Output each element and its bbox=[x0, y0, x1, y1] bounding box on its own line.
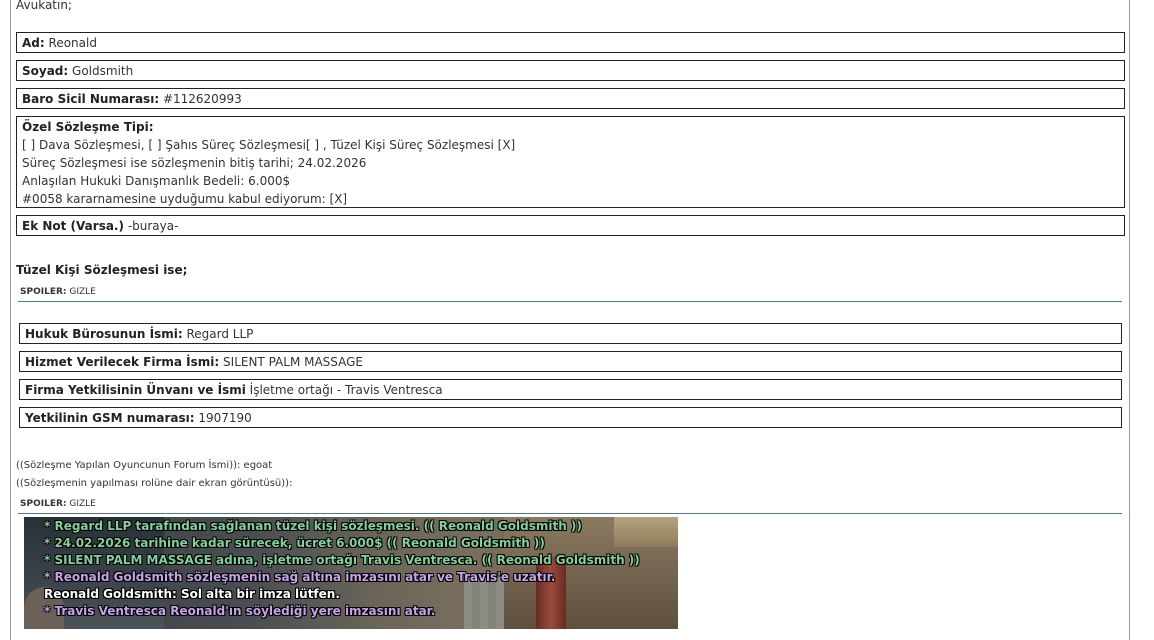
field-eknot: Ek Not (Varsa.) -buraya- bbox=[16, 215, 1125, 236]
field-gsm: Yetkilinin GSM numarası: 1907190 bbox=[19, 407, 1122, 428]
spoiler-1-label: SPOILER: bbox=[20, 287, 67, 297]
ozel-line: Süreç Sözleşmesi ise sözleşmenin bitiş t… bbox=[22, 156, 367, 170]
field-yetkili: Firma Yetkilisinin Ünvanı ve İsmi İşletm… bbox=[19, 379, 1122, 400]
screenshot-caption: ((Sözleşmenin yapılması rolüne dair ekra… bbox=[16, 478, 293, 489]
field-ad-label: Ad: bbox=[22, 36, 45, 50]
spoiler-1: SPOILER: GIZLE bbox=[20, 287, 96, 297]
field-ad-value: Reonald bbox=[48, 36, 97, 50]
field-yetkili-label: Firma Yetkilisinin Ünvanı ve İsmi bbox=[25, 383, 246, 397]
forum-name-text: ((Sözleşme Yapılan Oyuncunun Forum İsmi)… bbox=[16, 460, 273, 471]
spoiler-1-toggle[interactable]: GIZLE bbox=[69, 287, 96, 297]
field-eknot-label: Ek Not (Varsa.) bbox=[22, 219, 124, 233]
chat-line: * SILENT PALM MASSAGE adına, işletme ort… bbox=[44, 553, 640, 567]
field-gsm-value: 1907190 bbox=[198, 411, 252, 425]
field-yetkili-value: İşletme ortağı - Travis Ventresca bbox=[249, 383, 443, 397]
game-screenshot: * Regard LLP tarafından sağlanan tüzel k… bbox=[24, 517, 678, 629]
field-baro: Baro Sicil Numarası: #112620993 bbox=[16, 88, 1125, 109]
chat-line: Reonald Goldsmith: Sol alta bir imza lüt… bbox=[44, 587, 340, 601]
field-eknot-value: -buraya- bbox=[127, 219, 179, 233]
field-soyad-value: Goldsmith bbox=[72, 64, 134, 78]
field-ozel-label: Özel Sözleşme Tipi: bbox=[22, 120, 154, 134]
field-ad: Ad: Reonald bbox=[16, 32, 1125, 53]
field-baro-label: Baro Sicil Numarası: bbox=[22, 92, 160, 106]
scene-beam bbox=[614, 517, 678, 547]
spoiler-2: SPOILER: GIZLE bbox=[20, 499, 96, 509]
tuzel-heading: Tüzel Kişi Sözleşmesi ise; bbox=[16, 263, 188, 277]
intro-text: Avukatın; bbox=[16, 0, 72, 12]
field-firma-label: Hizmet Verilecek Firma İsmi: bbox=[25, 355, 220, 369]
ozel-line: Anlaşılan Hukuki Danışmanlık Bedeli: 6.0… bbox=[22, 174, 291, 188]
field-buro: Hukuk Bürosunun İsmi: Regard LLP bbox=[19, 323, 1122, 344]
chat-line: * Travis Ventresca Reonald'ın söylediği … bbox=[44, 604, 436, 618]
field-ozel-sozlesme: Özel Sözleşme Tipi: [ ] Dava Sözleşmesi,… bbox=[16, 116, 1125, 208]
scene-curtain bbox=[536, 557, 566, 629]
spoiler-2-toggle[interactable]: GIZLE bbox=[69, 499, 96, 509]
ozel-line: #0058 kararnamesine uyduğumu kabul ediyo… bbox=[22, 192, 348, 206]
field-firma: Hizmet Verilecek Firma İsmi: SILENT PALM… bbox=[19, 351, 1122, 372]
spoiler-2-divider bbox=[18, 513, 1122, 514]
ozel-line: [ ] Dava Sözleşmesi, [ ] Şahıs Süreç Söz… bbox=[22, 138, 516, 152]
field-baro-value: #112620993 bbox=[162, 92, 242, 106]
field-soyad-label: Soyad: bbox=[22, 64, 69, 78]
chat-line: * Reonald Goldsmith sözleşmenin sağ altı… bbox=[44, 570, 556, 584]
spoiler-1-divider bbox=[18, 301, 1122, 302]
field-buro-label: Hukuk Bürosunun İsmi: bbox=[25, 327, 183, 341]
chat-line: * Regard LLP tarafından sağlanan tüzel k… bbox=[44, 519, 582, 533]
field-buro-value: Regard LLP bbox=[186, 327, 254, 341]
field-soyad: Soyad: Goldsmith bbox=[16, 60, 1125, 81]
field-firma-value: SILENT PALM MASSAGE bbox=[223, 355, 364, 369]
field-gsm-label: Yetkilinin GSM numarası: bbox=[25, 411, 195, 425]
chat-line: * 24.02.2026 tarihine kadar sürecek, ücr… bbox=[44, 536, 545, 550]
spoiler-2-label: SPOILER: bbox=[20, 499, 67, 509]
